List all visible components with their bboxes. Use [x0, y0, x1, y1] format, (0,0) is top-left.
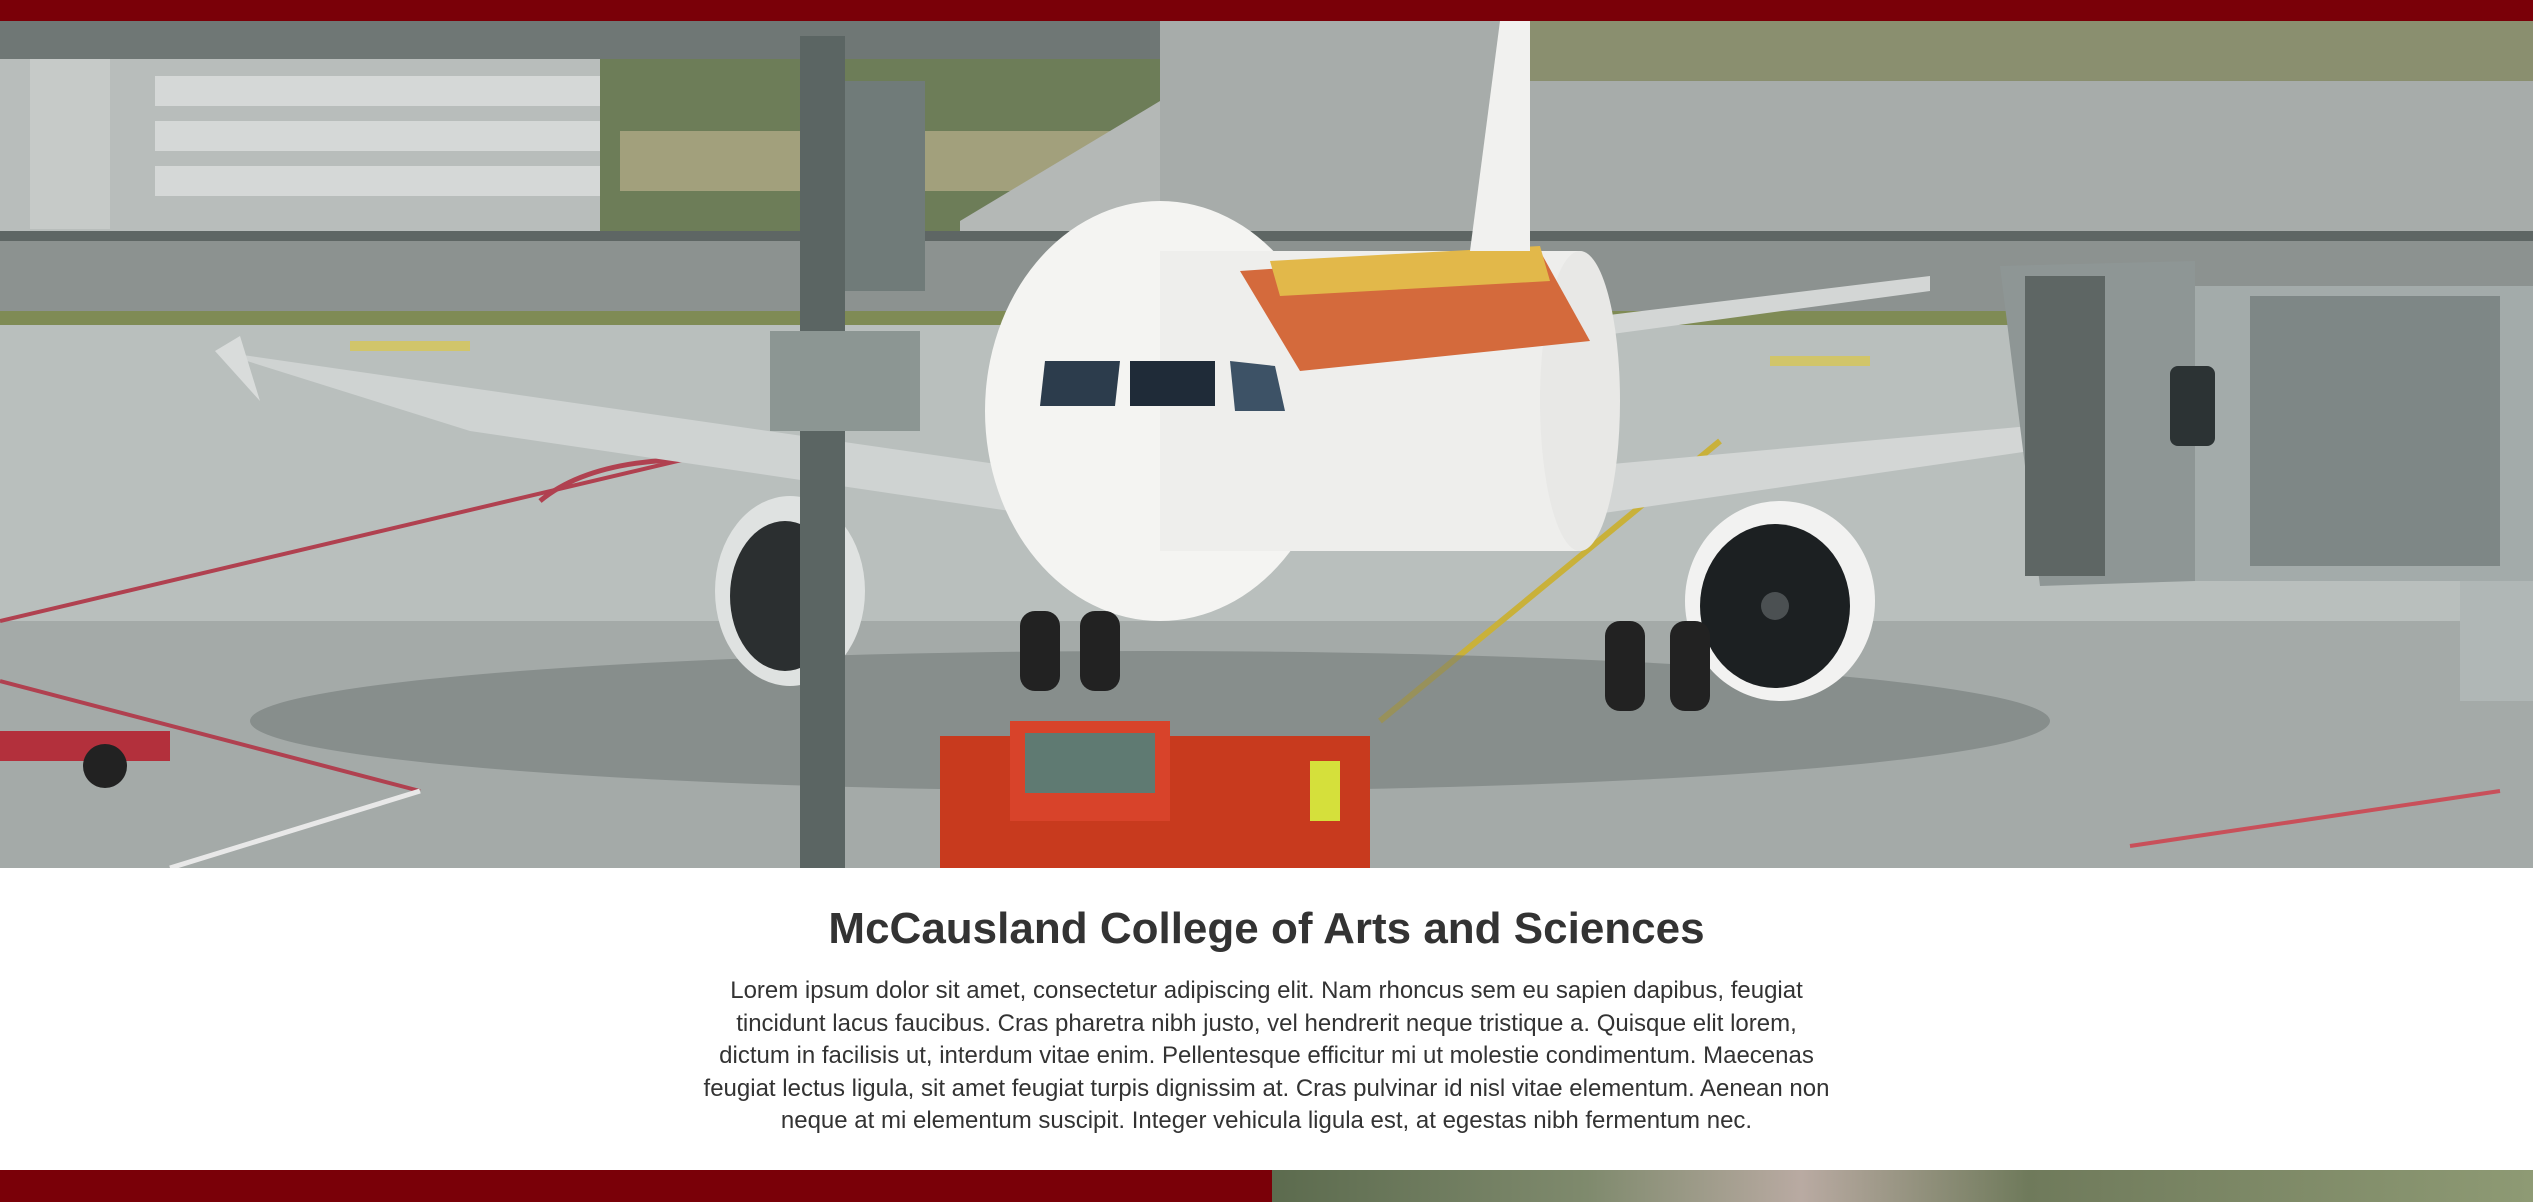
page-title: McCausland College of Arts and Sciences [828, 904, 1705, 953]
hero-image [0, 21, 2533, 868]
next-section-image [1272, 1170, 2533, 1202]
intro-section: McCausland College of Arts and Sciences … [0, 868, 2533, 1170]
brand-color-panel [0, 1170, 1272, 1202]
top-accent-bar [0, 0, 2533, 21]
intro-paragraph: Lorem ipsum dolor sit amet, consectetur … [703, 977, 1830, 1134]
next-section-preview [0, 1170, 2533, 1202]
